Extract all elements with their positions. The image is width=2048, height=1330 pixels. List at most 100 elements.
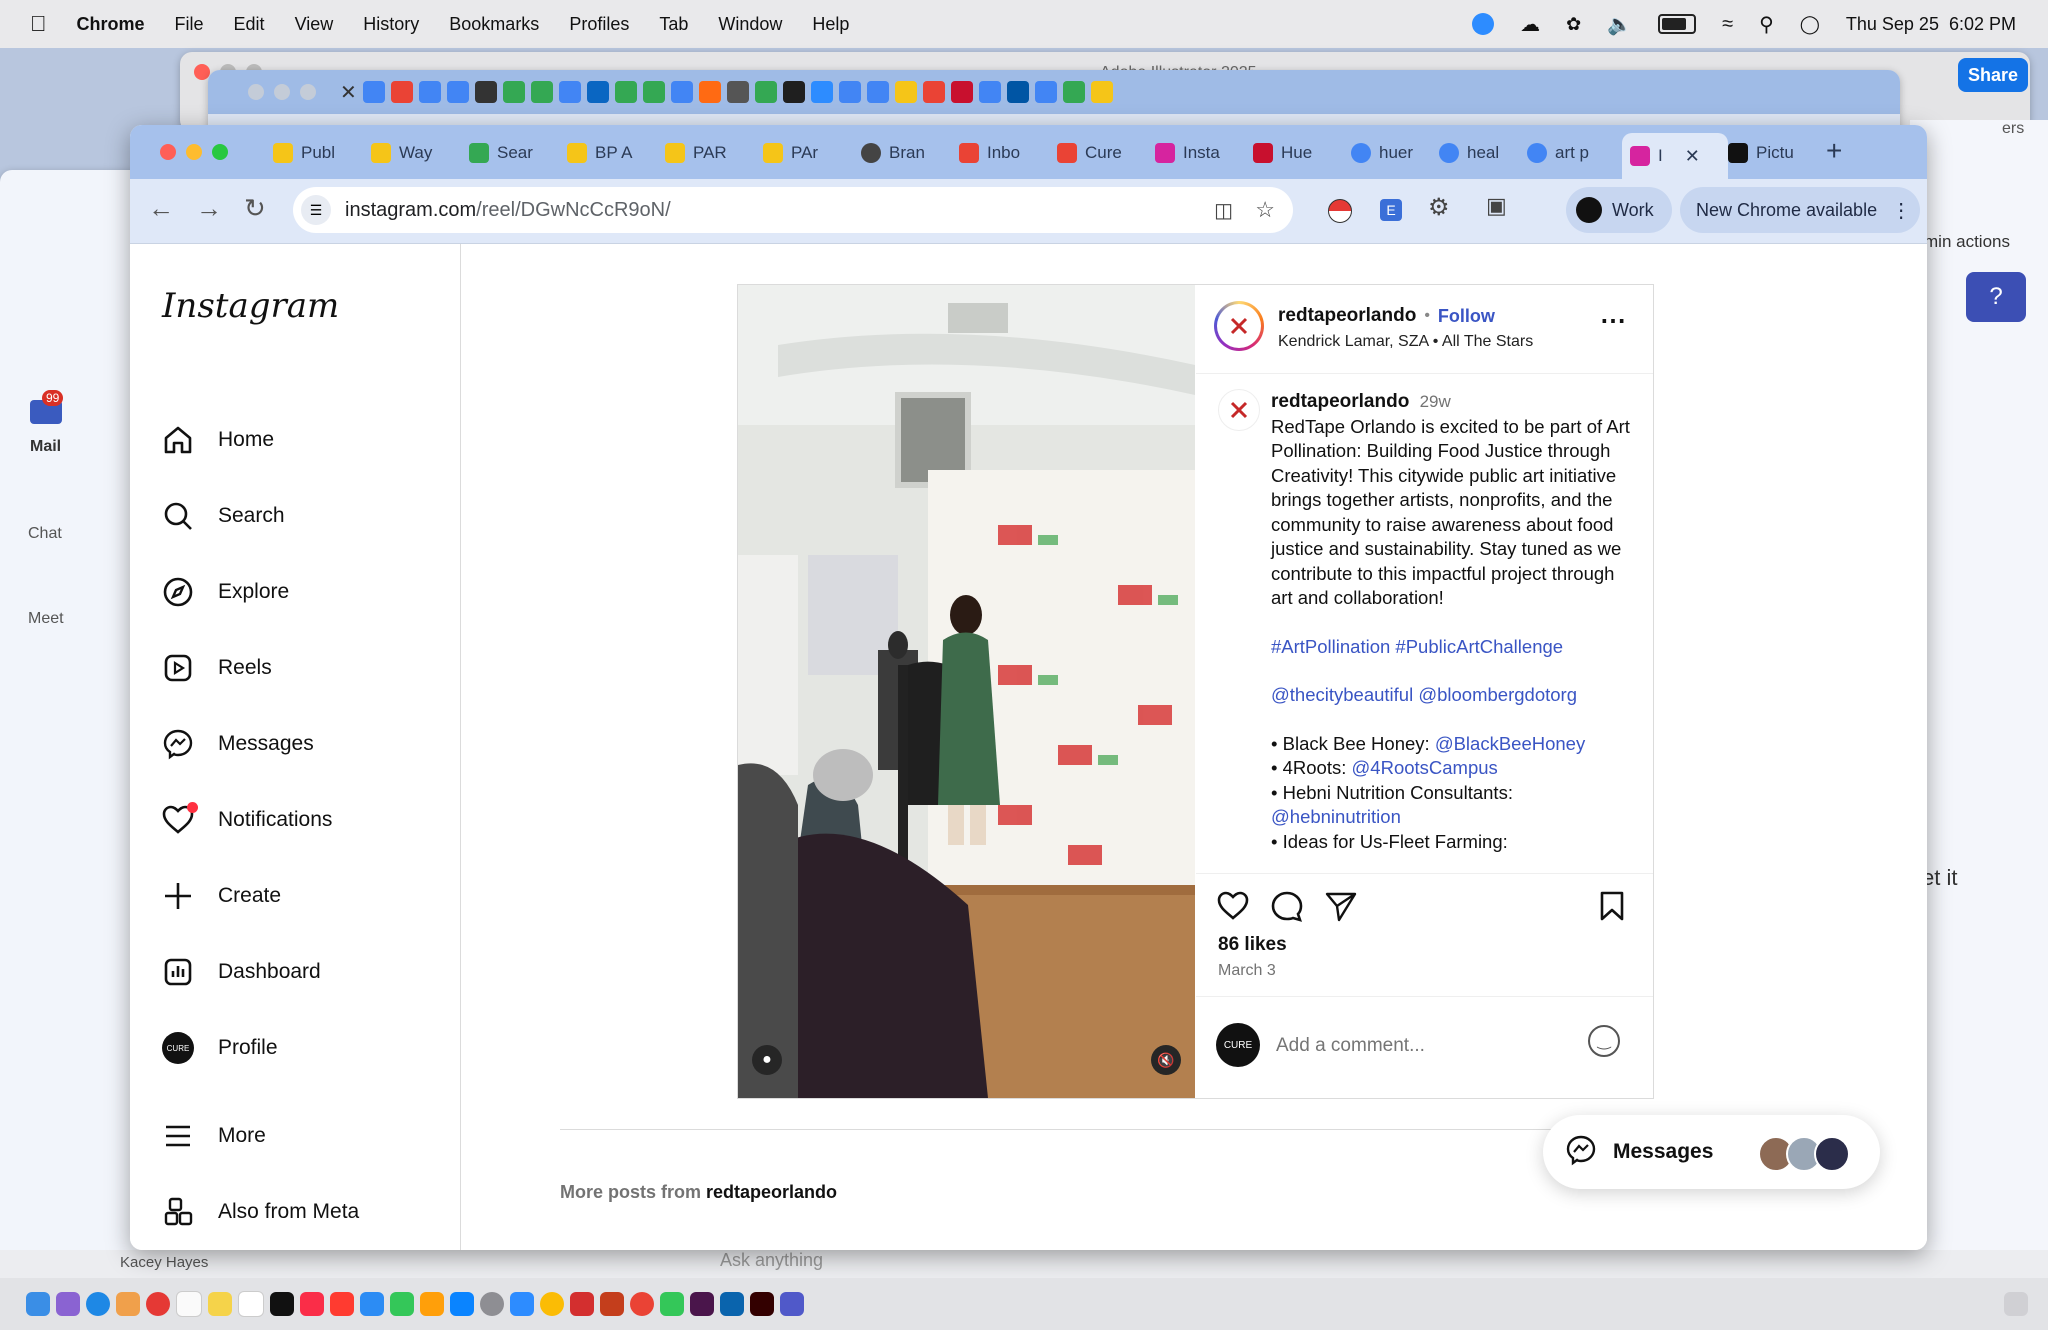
likes-count[interactable]: 86 likes [1218, 934, 1287, 956]
mention-link[interactable]: @hebninutrition [1271, 806, 1401, 827]
zoom-status-icon[interactable] [1472, 13, 1495, 35]
menu-view[interactable]: View [295, 14, 334, 35]
caption-scroll[interactable]: redtapeorlando 29w RedTape Orlando is ex… [1196, 373, 1653, 871]
audio-label[interactable]: Kendrick Lamar, SZA • All The Stars [1278, 333, 1533, 351]
like-heart-icon[interactable] [1216, 890, 1250, 927]
chrome-profile-icon[interactable] [630, 1292, 654, 1316]
nav-search[interactable]: Search [160, 491, 285, 541]
tab-search-icon[interactable]: ▣ [1486, 193, 1507, 219]
author-username[interactable]: redtapeorlando [1278, 305, 1416, 327]
tab-2[interactable]: Way [363, 135, 440, 171]
trash-icon[interactable] [2004, 1292, 2028, 1316]
nav-profile[interactable]: CURE Profile [160, 1023, 278, 1073]
slack-icon[interactable] [690, 1292, 714, 1316]
caption-hashtags[interactable]: #ArtPollination #PublicArtChallenge [1271, 635, 1631, 660]
save-bookmark-icon[interactable] [1598, 890, 1626, 927]
apple-icon[interactable]:  [30, 11, 47, 37]
nav-reels[interactable]: Reels [160, 643, 272, 693]
nav-more[interactable]: More [160, 1111, 266, 1161]
more-options-icon[interactable]: ⋯ [1600, 305, 1626, 336]
chrome-app-icon[interactable] [540, 1292, 564, 1316]
wifi-icon[interactable]: ≈ [1722, 13, 1733, 36]
finder-icon[interactable] [26, 1292, 50, 1316]
tab-4[interactable]: BP A [559, 135, 641, 171]
numbers-icon[interactable] [390, 1292, 414, 1316]
tagged-user-icon[interactable]: ● [752, 1045, 782, 1075]
tv-icon[interactable] [270, 1292, 294, 1316]
tab-5[interactable]: PAR [657, 135, 735, 171]
illustrator-icon[interactable] [750, 1292, 774, 1316]
forward-icon[interactable]: → [196, 193, 222, 224]
tab-14[interactable]: art p [1519, 135, 1597, 171]
safari-icon[interactable] [86, 1292, 110, 1316]
brain-icon[interactable]: ✿ [1566, 14, 1581, 35]
menu-history[interactable]: History [363, 14, 419, 35]
extensions-puzzle-icon[interactable]: ⚙ [1428, 193, 1450, 222]
reel-video[interactable]: ● 🔇 [738, 285, 1195, 1098]
more-vertical-icon[interactable]: ⋮ [1891, 198, 1911, 223]
nav-messages[interactable]: Messages [160, 719, 314, 769]
new-tab-button[interactable]: + [1826, 135, 1842, 167]
menu-file[interactable]: File [175, 14, 204, 35]
menu-edit[interactable]: Edit [234, 14, 265, 35]
share-send-icon[interactable] [1324, 890, 1358, 927]
mention-link[interactable]: @4RootsCampus [1352, 757, 1498, 778]
more-posts-author[interactable]: redtapeorlando [706, 1182, 837, 1202]
zoom-window-button[interactable] [212, 144, 228, 160]
menu-window[interactable]: Window [718, 14, 782, 35]
nav-notifications[interactable]: Notifications [160, 795, 332, 845]
reminders-icon[interactable] [238, 1291, 264, 1317]
tab-11[interactable]: Hue [1245, 135, 1320, 171]
outlook-icon[interactable] [720, 1292, 744, 1316]
address-bar[interactable]: ☰ instagram.com/reel/DGwNcCcR9oN/ ◫ ☆ [293, 187, 1293, 233]
tab-12[interactable]: huer [1343, 135, 1421, 171]
acrobat-icon[interactable] [570, 1292, 594, 1316]
chat-label[interactable]: Chat [28, 525, 62, 543]
spotlight-icon[interactable]: ⚲ [1759, 12, 1774, 37]
floating-messages-button[interactable]: Messages [1543, 1115, 1880, 1189]
close-icon[interactable]: ✕ [340, 80, 357, 105]
music-icon[interactable] [300, 1292, 324, 1316]
nav-explore[interactable]: Explore [160, 567, 289, 617]
tab-10[interactable]: Insta [1147, 135, 1228, 171]
nav-also-from-meta[interactable]: Also from Meta [160, 1187, 359, 1237]
bookmark-star-icon[interactable]: ☆ [1255, 197, 1275, 223]
pages-icon[interactable] [420, 1292, 444, 1316]
menu-bookmarks[interactable]: Bookmarks [449, 14, 539, 35]
nav-home[interactable]: Home [160, 415, 274, 465]
chrome-update-button[interactable]: New Chrome available ⋮ [1680, 187, 1920, 233]
nav-dashboard[interactable]: Dashboard [160, 947, 321, 997]
menu-app-name[interactable]: Chrome [77, 14, 145, 35]
keynote-icon[interactable] [360, 1292, 384, 1316]
close-tab-icon[interactable]: ✕ [1685, 146, 1700, 167]
follow-button[interactable]: Follow [1438, 306, 1495, 327]
menubar-clock[interactable]: Thu Sep 25 6:02 PM [1846, 14, 2016, 35]
author-avatar[interactable] [1214, 301, 1264, 351]
tab-8[interactable]: Inbo [951, 135, 1028, 171]
menu-tab[interactable]: Tab [659, 14, 688, 35]
e-extension-icon[interactable]: E [1380, 199, 1402, 221]
install-app-icon[interactable]: ◫ [1214, 198, 1233, 223]
menu-profiles[interactable]: Profiles [569, 14, 629, 35]
profile-button[interactable]: Work [1566, 187, 1672, 233]
mention-link[interactable]: @BlackBeeHoney [1435, 733, 1585, 754]
emoji-icon[interactable]: ‿ [1588, 1025, 1620, 1057]
site-settings-icon[interactable]: ☰ [301, 195, 331, 225]
reload-icon[interactable]: ↻ [244, 193, 266, 224]
instagram-logo[interactable]: Instagram [162, 286, 339, 326]
tab-7[interactable]: Bran [853, 135, 933, 171]
caption-mentions[interactable]: @thecitybeautiful @bloombergdotorg [1271, 683, 1631, 708]
tab-active-instagram[interactable]: I ✕ [1622, 133, 1728, 179]
tab-1[interactable]: Publ [265, 135, 343, 171]
close-window-button[interactable] [160, 144, 176, 160]
menu-help[interactable]: Help [812, 14, 849, 35]
news-icon[interactable] [330, 1292, 354, 1316]
tab-6[interactable]: PAr [755, 135, 826, 171]
mail-label[interactable]: Mail [30, 438, 61, 456]
zoom-icon[interactable] [510, 1292, 534, 1316]
control-center-icon[interactable]: ◯ [1800, 14, 1820, 35]
teams-icon[interactable] [780, 1292, 804, 1316]
comment-icon[interactable] [1270, 890, 1304, 929]
share-button[interactable]: Share [1958, 58, 2028, 92]
muted-audio-icon[interactable]: 🔇 [1151, 1045, 1181, 1075]
